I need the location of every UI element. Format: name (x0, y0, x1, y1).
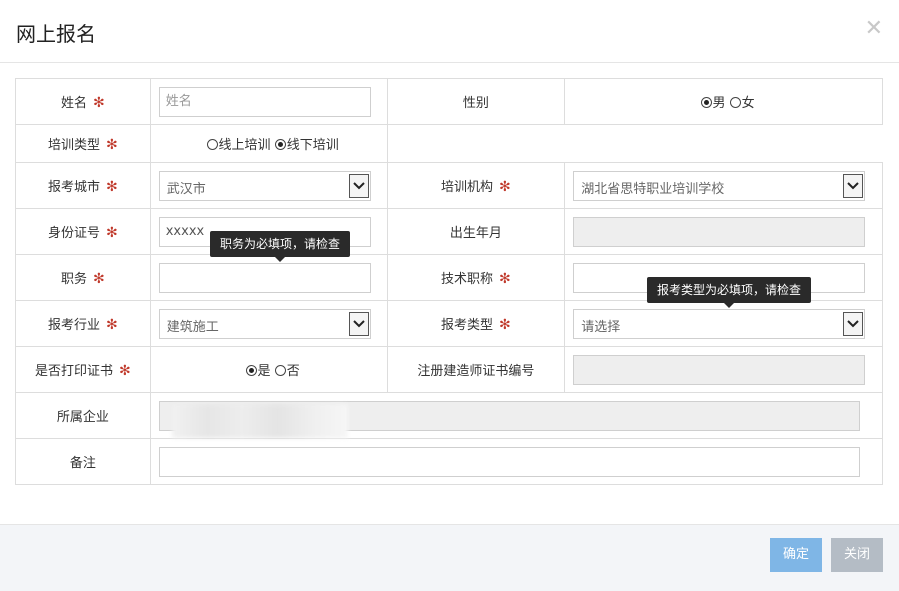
company-label-cell: 所属企业 (15, 392, 151, 439)
training-online-radio[interactable] (206, 139, 218, 150)
form-row: 报考城市 ✻ 武汉市 培训机构 ✻ 湖北省思特职业培训学校 (15, 162, 883, 209)
required-icon: ✻ (119, 363, 131, 379)
remarks-input[interactable] (158, 446, 860, 477)
remarks-label: 备注 (69, 456, 96, 471)
name-input[interactable] (158, 86, 371, 117)
exam-city-value: 武汉市 (166, 181, 206, 197)
exam-industry-label: 报考行业 (47, 318, 100, 333)
training-org-cell: 湖北省思特职业培训学校 (564, 162, 883, 209)
company-label: 所属企业 (56, 410, 109, 425)
print-cert-yes-label: 是 (257, 364, 271, 379)
position-input[interactable] (158, 262, 371, 293)
training-org-label: 培训机构 (440, 180, 493, 195)
required-icon: ✻ (106, 137, 118, 153)
dialog-title: 网上报名 (16, 22, 96, 46)
registration-dialog: 网上报名 ✕ 姓名 ✻ 性别 男 女 培训类型 ✻ 线上培训 线下培训 报考城市 ✻ … (0, 0, 899, 591)
close-button[interactable]: 关闭 (831, 538, 883, 572)
print-cert-yes-radio[interactable] (245, 365, 257, 376)
training-org-label-cell: 培训机构 ✻ (386, 162, 566, 209)
name-label: 姓名 (60, 96, 87, 111)
birth-date-label: 出生年月 (449, 226, 502, 241)
position-label: 职务 (60, 272, 87, 287)
chevron-down-icon[interactable] (843, 173, 864, 198)
remarks-label-cell: 备注 (15, 438, 151, 485)
required-icon: ✻ (499, 179, 511, 195)
training-offline-radio[interactable] (274, 139, 286, 150)
form-row: 报考行业 ✻ 建筑施工 报考类型 ✻ 请选择 (15, 300, 883, 347)
gender-male-radio[interactable] (700, 97, 712, 108)
exam-industry-cell: 建筑施工 (149, 300, 388, 347)
exam-city-cell: 武汉市 (149, 162, 388, 209)
exam-type-label: 报考类型 (440, 318, 493, 333)
chevron-down-icon[interactable] (348, 311, 369, 336)
remarks-cell (149, 438, 884, 485)
name-cell (149, 78, 388, 125)
training-type-label-cell: 培训类型 ✻ (15, 124, 151, 163)
close-icon[interactable]: ✕ (865, 16, 883, 41)
form-row: 姓名 ✻ 性别 男 女 (15, 78, 883, 125)
gender-cell: 男 女 (564, 78, 883, 125)
gender-female-label: 女 (741, 96, 755, 111)
print-cert-cell: 是 否 (149, 346, 388, 393)
dialog-header: 网上报名 ✕ (0, 0, 899, 63)
id-number-label-cell: 身份证号 ✻ (15, 208, 151, 255)
form-row: 备注 (15, 438, 884, 485)
training-org-value: 湖北省思特职业培训学校 (581, 181, 725, 197)
training-online-label: 线上培训 (218, 138, 271, 153)
required-icon: ✻ (93, 271, 105, 287)
training-offline-label: 线下培训 (286, 138, 339, 153)
training-type-cell: 线上培训 线下培训 (149, 124, 388, 163)
training-org-select[interactable]: 湖北省思特职业培训学校 (573, 170, 866, 201)
tech-title-label-cell: 技术职称 ✻ (386, 254, 566, 301)
exam-industry-label-cell: 报考行业 ✻ (15, 300, 151, 347)
form-row: 培训类型 ✻ 线上培训 线下培训 (15, 124, 883, 163)
exam-type-required-tooltip: 报考类型为必填项，请检查 (647, 277, 812, 308)
training-type-label: 培训类型 (47, 138, 100, 153)
chevron-down-icon[interactable] (843, 311, 864, 336)
print-cert-no-label: 否 (286, 364, 300, 379)
form-row: 是否打印证书 ✻ 是 否 注册建造师证书编号 (15, 346, 883, 393)
position-cell (149, 254, 388, 301)
exam-city-select[interactable]: 武汉市 (158, 170, 371, 201)
print-cert-label: 是否打印证书 (34, 364, 113, 379)
empty-cell (386, 124, 883, 163)
gender-label: 性别 (462, 96, 489, 111)
exam-industry-value: 建筑施工 (166, 319, 219, 335)
print-cert-label-cell: 是否打印证书 ✻ (15, 346, 151, 393)
exam-type-select[interactable]: 请选择 (573, 308, 866, 339)
exam-city-label-cell: 报考城市 ✻ (15, 162, 151, 209)
constructor-cert-label-cell: 注册建造师证书编号 (386, 346, 566, 393)
required-icon: ✻ (106, 225, 118, 241)
constructor-cert-label: 注册建造师证书编号 (417, 364, 535, 379)
required-icon: ✻ (106, 317, 118, 333)
required-icon: ✻ (106, 179, 118, 195)
dialog-footer: 确定 关闭 (0, 524, 899, 591)
blurred-company-value (172, 404, 348, 438)
required-icon: ✻ (499, 271, 511, 287)
position-required-tooltip: 职务为必填项，请检查 (210, 231, 351, 262)
constructor-cert-input (573, 354, 866, 385)
position-label-cell: 职务 ✻ (15, 254, 151, 301)
gender-male-label: 男 (712, 96, 726, 111)
birth-date-label-cell: 出生年月 (386, 208, 566, 255)
birth-date-input (573, 216, 866, 247)
confirm-button[interactable]: 确定 (770, 538, 822, 572)
required-icon: ✻ (499, 317, 511, 333)
required-icon: ✻ (93, 95, 105, 111)
exam-industry-select[interactable]: 建筑施工 (158, 308, 371, 339)
id-number-label: 身份证号 (47, 226, 100, 241)
form-row: 身份证号 ✻ 出生年月 (15, 208, 883, 255)
exam-city-label: 报考城市 (47, 180, 100, 195)
tech-title-label: 技术职称 (440, 272, 493, 287)
gender-label-cell: 性别 (386, 78, 566, 125)
birth-date-cell (564, 208, 883, 255)
gender-female-radio[interactable] (729, 97, 741, 108)
print-cert-no-radio[interactable] (274, 365, 286, 376)
form-row: 所属企业 (15, 392, 884, 439)
constructor-cert-cell (564, 346, 883, 393)
chevron-down-icon[interactable] (348, 173, 369, 198)
exam-type-value: 请选择 (581, 319, 621, 335)
exam-type-label-cell: 报考类型 ✻ (386, 300, 566, 347)
name-label-cell: 姓名 ✻ (15, 78, 151, 125)
